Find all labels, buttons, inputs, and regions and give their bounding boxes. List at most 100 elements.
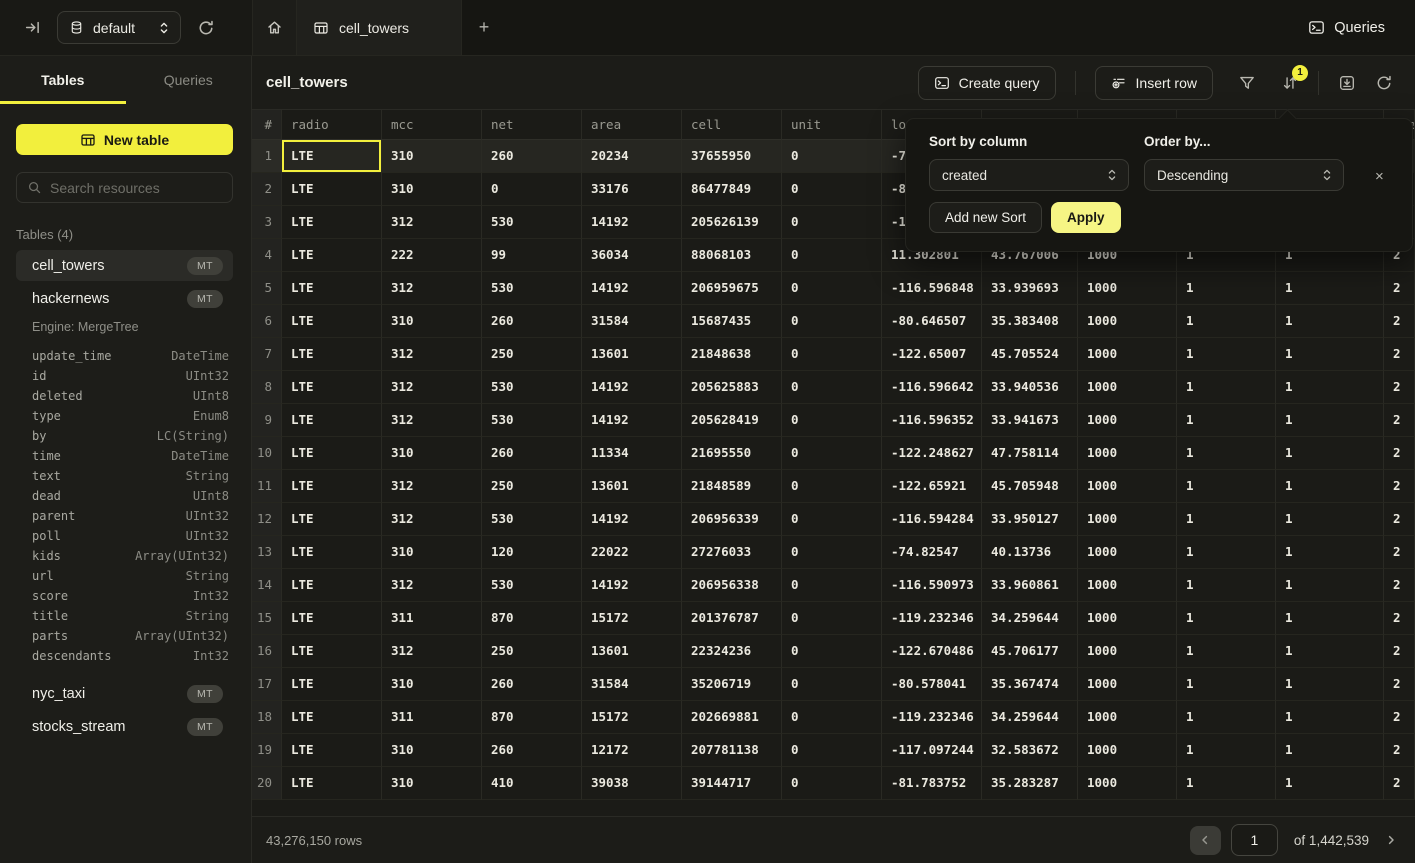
- table-cell[interactable]: LTE: [282, 239, 382, 272]
- table-cell[interactable]: -122.65007: [882, 338, 982, 371]
- table-cell[interactable]: 1: [1177, 569, 1276, 602]
- table-cell[interactable]: 260: [482, 437, 582, 470]
- table-cell[interactable]: LTE: [282, 701, 382, 734]
- table-cell[interactable]: -122.248627: [882, 437, 982, 470]
- table-cell[interactable]: 1: [1276, 734, 1384, 767]
- table-cell[interactable]: 13601: [582, 338, 682, 371]
- table-cell[interactable]: 47.758114: [982, 437, 1078, 470]
- table-cell[interactable]: 2: [1384, 470, 1415, 503]
- table-cell[interactable]: LTE: [282, 404, 382, 437]
- table-cell[interactable]: 34.259644: [982, 701, 1078, 734]
- table-cell[interactable]: 1: [1177, 503, 1276, 536]
- table-cell[interactable]: 1: [1276, 371, 1384, 404]
- table-cell[interactable]: -119.232346: [882, 701, 982, 734]
- table-cell[interactable]: 33.941673: [982, 404, 1078, 437]
- table-cell[interactable]: 2: [1384, 734, 1415, 767]
- table-cell[interactable]: 2: [1384, 767, 1415, 800]
- table-cell[interactable]: 1000: [1078, 668, 1177, 701]
- table-cell[interactable]: 1: [1276, 602, 1384, 635]
- table-cell[interactable]: 32.583672: [982, 734, 1078, 767]
- table-cell[interactable]: 260: [482, 140, 582, 173]
- table-cell[interactable]: 35206719: [682, 668, 782, 701]
- table-cell[interactable]: 22022: [582, 536, 682, 569]
- download-button[interactable]: [1338, 74, 1356, 92]
- table-cell[interactable]: 35.367474: [982, 668, 1078, 701]
- table-cell[interactable]: 310: [382, 305, 482, 338]
- table-cell[interactable]: 312: [382, 503, 482, 536]
- table-cell[interactable]: 35.283287: [982, 767, 1078, 800]
- table-cell[interactable]: 530: [482, 206, 582, 239]
- table-cell[interactable]: 260: [482, 305, 582, 338]
- table-cell[interactable]: 1: [1177, 272, 1276, 305]
- table-cell[interactable]: 870: [482, 602, 582, 635]
- table-cell[interactable]: 310: [382, 734, 482, 767]
- table-cell[interactable]: 15172: [582, 701, 682, 734]
- table-cell[interactable]: 14192: [582, 569, 682, 602]
- table-cell[interactable]: 33.939693: [982, 272, 1078, 305]
- table-cell[interactable]: 312: [382, 635, 482, 668]
- table-cell[interactable]: LTE: [282, 602, 382, 635]
- table-cell[interactable]: 250: [482, 470, 582, 503]
- table-cell[interactable]: 222: [382, 239, 482, 272]
- database-selector[interactable]: default: [57, 11, 181, 44]
- table-cell[interactable]: LTE: [282, 503, 382, 536]
- column-header-cell[interactable]: cell: [682, 110, 782, 140]
- table-cell[interactable]: 33.950127: [982, 503, 1078, 536]
- table-cell[interactable]: 1000: [1078, 338, 1177, 371]
- table-cell[interactable]: LTE: [282, 635, 382, 668]
- table-cell[interactable]: LTE: [282, 734, 382, 767]
- table-cell[interactable]: 1: [1177, 371, 1276, 404]
- sidebar-table-cell_towers[interactable]: cell_towersMT: [16, 250, 233, 281]
- table-cell[interactable]: 1: [1276, 338, 1384, 371]
- table-cell[interactable]: 1000: [1078, 272, 1177, 305]
- sidebar-collapse-button[interactable]: [22, 17, 43, 38]
- add-new-sort-button[interactable]: Add new Sort: [929, 202, 1042, 233]
- apply-sort-button[interactable]: Apply: [1051, 202, 1121, 233]
- table-cell[interactable]: -117.097244: [882, 734, 982, 767]
- table-cell[interactable]: 201376787: [682, 602, 782, 635]
- table-cell[interactable]: 1: [1177, 404, 1276, 437]
- table-cell[interactable]: 1000: [1078, 371, 1177, 404]
- table-cell[interactable]: 1: [1276, 635, 1384, 668]
- table-cell[interactable]: 31584: [582, 668, 682, 701]
- table-cell[interactable]: 206959675: [682, 272, 782, 305]
- table-cell[interactable]: 311: [382, 701, 482, 734]
- table-cell[interactable]: 1: [1177, 536, 1276, 569]
- column-header-mcc[interactable]: mcc: [382, 110, 482, 140]
- table-cell[interactable]: 99: [482, 239, 582, 272]
- table-cell[interactable]: 0: [782, 239, 882, 272]
- table-cell[interactable]: -119.232346: [882, 602, 982, 635]
- table-cell[interactable]: 1: [1177, 305, 1276, 338]
- filter-button[interactable]: [1238, 74, 1256, 92]
- table-cell[interactable]: 207781138: [682, 734, 782, 767]
- table-cell[interactable]: 39144717: [682, 767, 782, 800]
- table-cell[interactable]: 260: [482, 668, 582, 701]
- table-cell[interactable]: 40.13736: [982, 536, 1078, 569]
- table-cell[interactable]: LTE: [282, 569, 382, 602]
- new-table-button[interactable]: New table: [16, 124, 233, 155]
- table-cell[interactable]: 1000: [1078, 767, 1177, 800]
- table-cell[interactable]: 312: [382, 569, 482, 602]
- table-cell[interactable]: 33.960861: [982, 569, 1078, 602]
- table-cell[interactable]: 530: [482, 503, 582, 536]
- table-cell[interactable]: 1000: [1078, 536, 1177, 569]
- table-cell[interactable]: 36034: [582, 239, 682, 272]
- table-cell[interactable]: 1: [1177, 767, 1276, 800]
- table-cell[interactable]: 2: [1384, 371, 1415, 404]
- table-cell[interactable]: 1000: [1078, 569, 1177, 602]
- table-cell[interactable]: 0: [782, 701, 882, 734]
- table-cell[interactable]: LTE: [282, 305, 382, 338]
- table-cell[interactable]: -116.596642: [882, 371, 982, 404]
- table-cell[interactable]: 33176: [582, 173, 682, 206]
- table-cell[interactable]: 86477849: [682, 173, 782, 206]
- table-cell[interactable]: 35.383408: [982, 305, 1078, 338]
- table-cell[interactable]: 205626139: [682, 206, 782, 239]
- table-cell[interactable]: 31584: [582, 305, 682, 338]
- table-cell[interactable]: 1000: [1078, 701, 1177, 734]
- sort-order-select[interactable]: Descending: [1144, 159, 1344, 191]
- table-cell[interactable]: 312: [382, 470, 482, 503]
- table-cell[interactable]: 1000: [1078, 437, 1177, 470]
- refresh-databases-button[interactable]: [195, 17, 217, 39]
- table-cell[interactable]: 530: [482, 569, 582, 602]
- table-cell[interactable]: 1: [1276, 305, 1384, 338]
